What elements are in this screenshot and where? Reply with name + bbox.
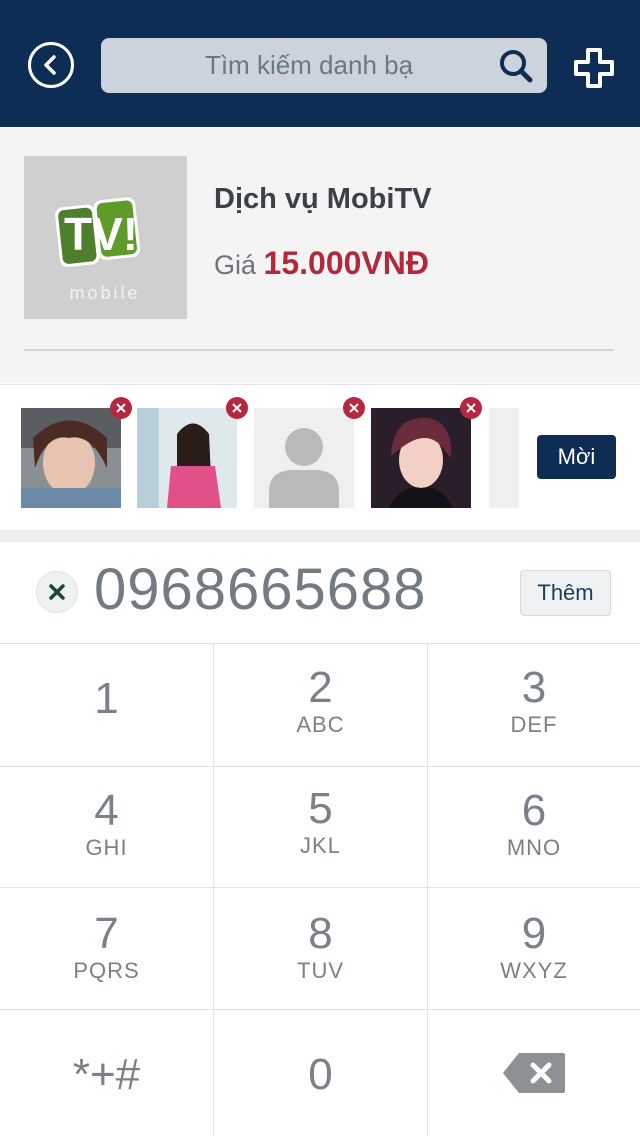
price-row: Giá 15.000VNĐ: [214, 245, 429, 282]
key-letters: GHI: [85, 835, 128, 860]
key-digit: 8: [308, 909, 333, 958]
girl-photo-3: [371, 408, 471, 508]
remove-invitee-button[interactable]: [226, 397, 248, 419]
key-2[interactable]: 2 ABC: [214, 644, 428, 767]
close-icon: [49, 584, 65, 600]
key-digit: 9: [521, 909, 547, 958]
invitee-avatar[interactable]: [371, 397, 482, 508]
key-1[interactable]: 1: [0, 644, 214, 767]
clear-number-button[interactable]: [36, 571, 78, 613]
chevron-left-icon: [44, 55, 56, 75]
search-input[interactable]: Tìm kiếm danh bạ: [101, 38, 547, 93]
add-contact-icon[interactable]: [573, 47, 615, 89]
key-3[interactable]: 3 DEF: [428, 644, 640, 767]
key-7[interactable]: 7 PQRS: [0, 888, 214, 1010]
key-9[interactable]: 9 WXYZ: [428, 888, 640, 1010]
person-placeholder-icon: [254, 408, 354, 508]
remove-invitee-button[interactable]: [460, 397, 482, 419]
key-letters: JKL: [300, 833, 341, 858]
add-number-button[interactable]: Thêm: [520, 570, 611, 616]
key-star-plus-hash[interactable]: *+#: [0, 1010, 214, 1136]
logo-mobile-text: mobile: [69, 283, 140, 303]
key-6[interactable]: 6 MNO: [428, 767, 640, 888]
key-letters: ABC: [296, 712, 345, 737]
key-digit: 1: [94, 674, 119, 723]
key-4[interactable]: 4 GHI: [0, 767, 214, 888]
backspace-button[interactable]: [428, 1010, 640, 1136]
invitee-slot: [489, 408, 519, 508]
search-placeholder: Tìm kiếm danh bạ: [204, 50, 414, 80]
key-digit: 3: [521, 663, 547, 712]
divider: [24, 349, 614, 351]
key-digit: 2: [308, 663, 333, 712]
key-digit: 7: [94, 909, 119, 958]
backspace-icon: [503, 1053, 565, 1093]
key-letters: WXYZ: [500, 958, 568, 983]
price-value: 15.000VNĐ: [263, 245, 429, 281]
invitee-avatar[interactable]: [21, 397, 132, 508]
invitee-strip: Mời: [0, 384, 640, 530]
key-0[interactable]: 0: [214, 1010, 428, 1136]
girl-photo-2: [137, 408, 237, 508]
back-button[interactable]: [28, 42, 74, 88]
remove-invitee-button[interactable]: [110, 397, 132, 419]
price-label: Giá: [214, 250, 257, 280]
key-letters: TUV: [297, 958, 344, 983]
app: Tìm kiếm danh bạ TV! mobile Dịch vụ Mobi…: [0, 0, 640, 1136]
invite-button[interactable]: Mời: [537, 435, 616, 479]
dialed-number: 0968665688: [94, 557, 427, 622]
dial-number-row: 0968665688 Thêm: [0, 542, 640, 644]
close-icon: [116, 403, 126, 413]
search-icon[interactable]: [497, 47, 535, 85]
key-digit: 4: [94, 786, 119, 835]
remove-invitee-button[interactable]: [343, 397, 365, 419]
close-icon: [232, 403, 242, 413]
product-name: Dịch vụ MobiTV: [214, 183, 432, 215]
close-icon: [466, 403, 476, 413]
logo-tv-text: TV!: [64, 208, 138, 260]
top-bar: Tìm kiếm danh bạ: [0, 0, 640, 127]
dial-keypad: 1 2 ABC 3 DEF 4 GHI 5 JKL 6 MNO 7 PQRS 8…: [0, 644, 640, 1136]
key-digit: 5: [308, 784, 333, 833]
close-icon: [349, 403, 359, 413]
key-digit: 6: [521, 786, 547, 835]
key-digit: 0: [308, 1050, 333, 1099]
key-letters: DEF: [510, 712, 558, 737]
key-5[interactable]: 5 JKL: [214, 767, 428, 888]
key-8[interactable]: 8 TUV: [214, 888, 428, 1010]
invitee-avatar[interactable]: [137, 397, 248, 508]
section-separator: [0, 530, 640, 542]
girl-photo-1: [21, 408, 121, 508]
mobitv-logo: TV! mobile: [24, 156, 187, 319]
key-digit: *+#: [72, 1050, 141, 1099]
key-letters: MNO: [506, 835, 562, 860]
product-card: TV! mobile Dịch vụ MobiTV Giá 15.000VNĐ: [0, 127, 640, 383]
key-letters: PQRS: [73, 958, 140, 983]
invitee-avatar[interactable]: [254, 397, 365, 508]
